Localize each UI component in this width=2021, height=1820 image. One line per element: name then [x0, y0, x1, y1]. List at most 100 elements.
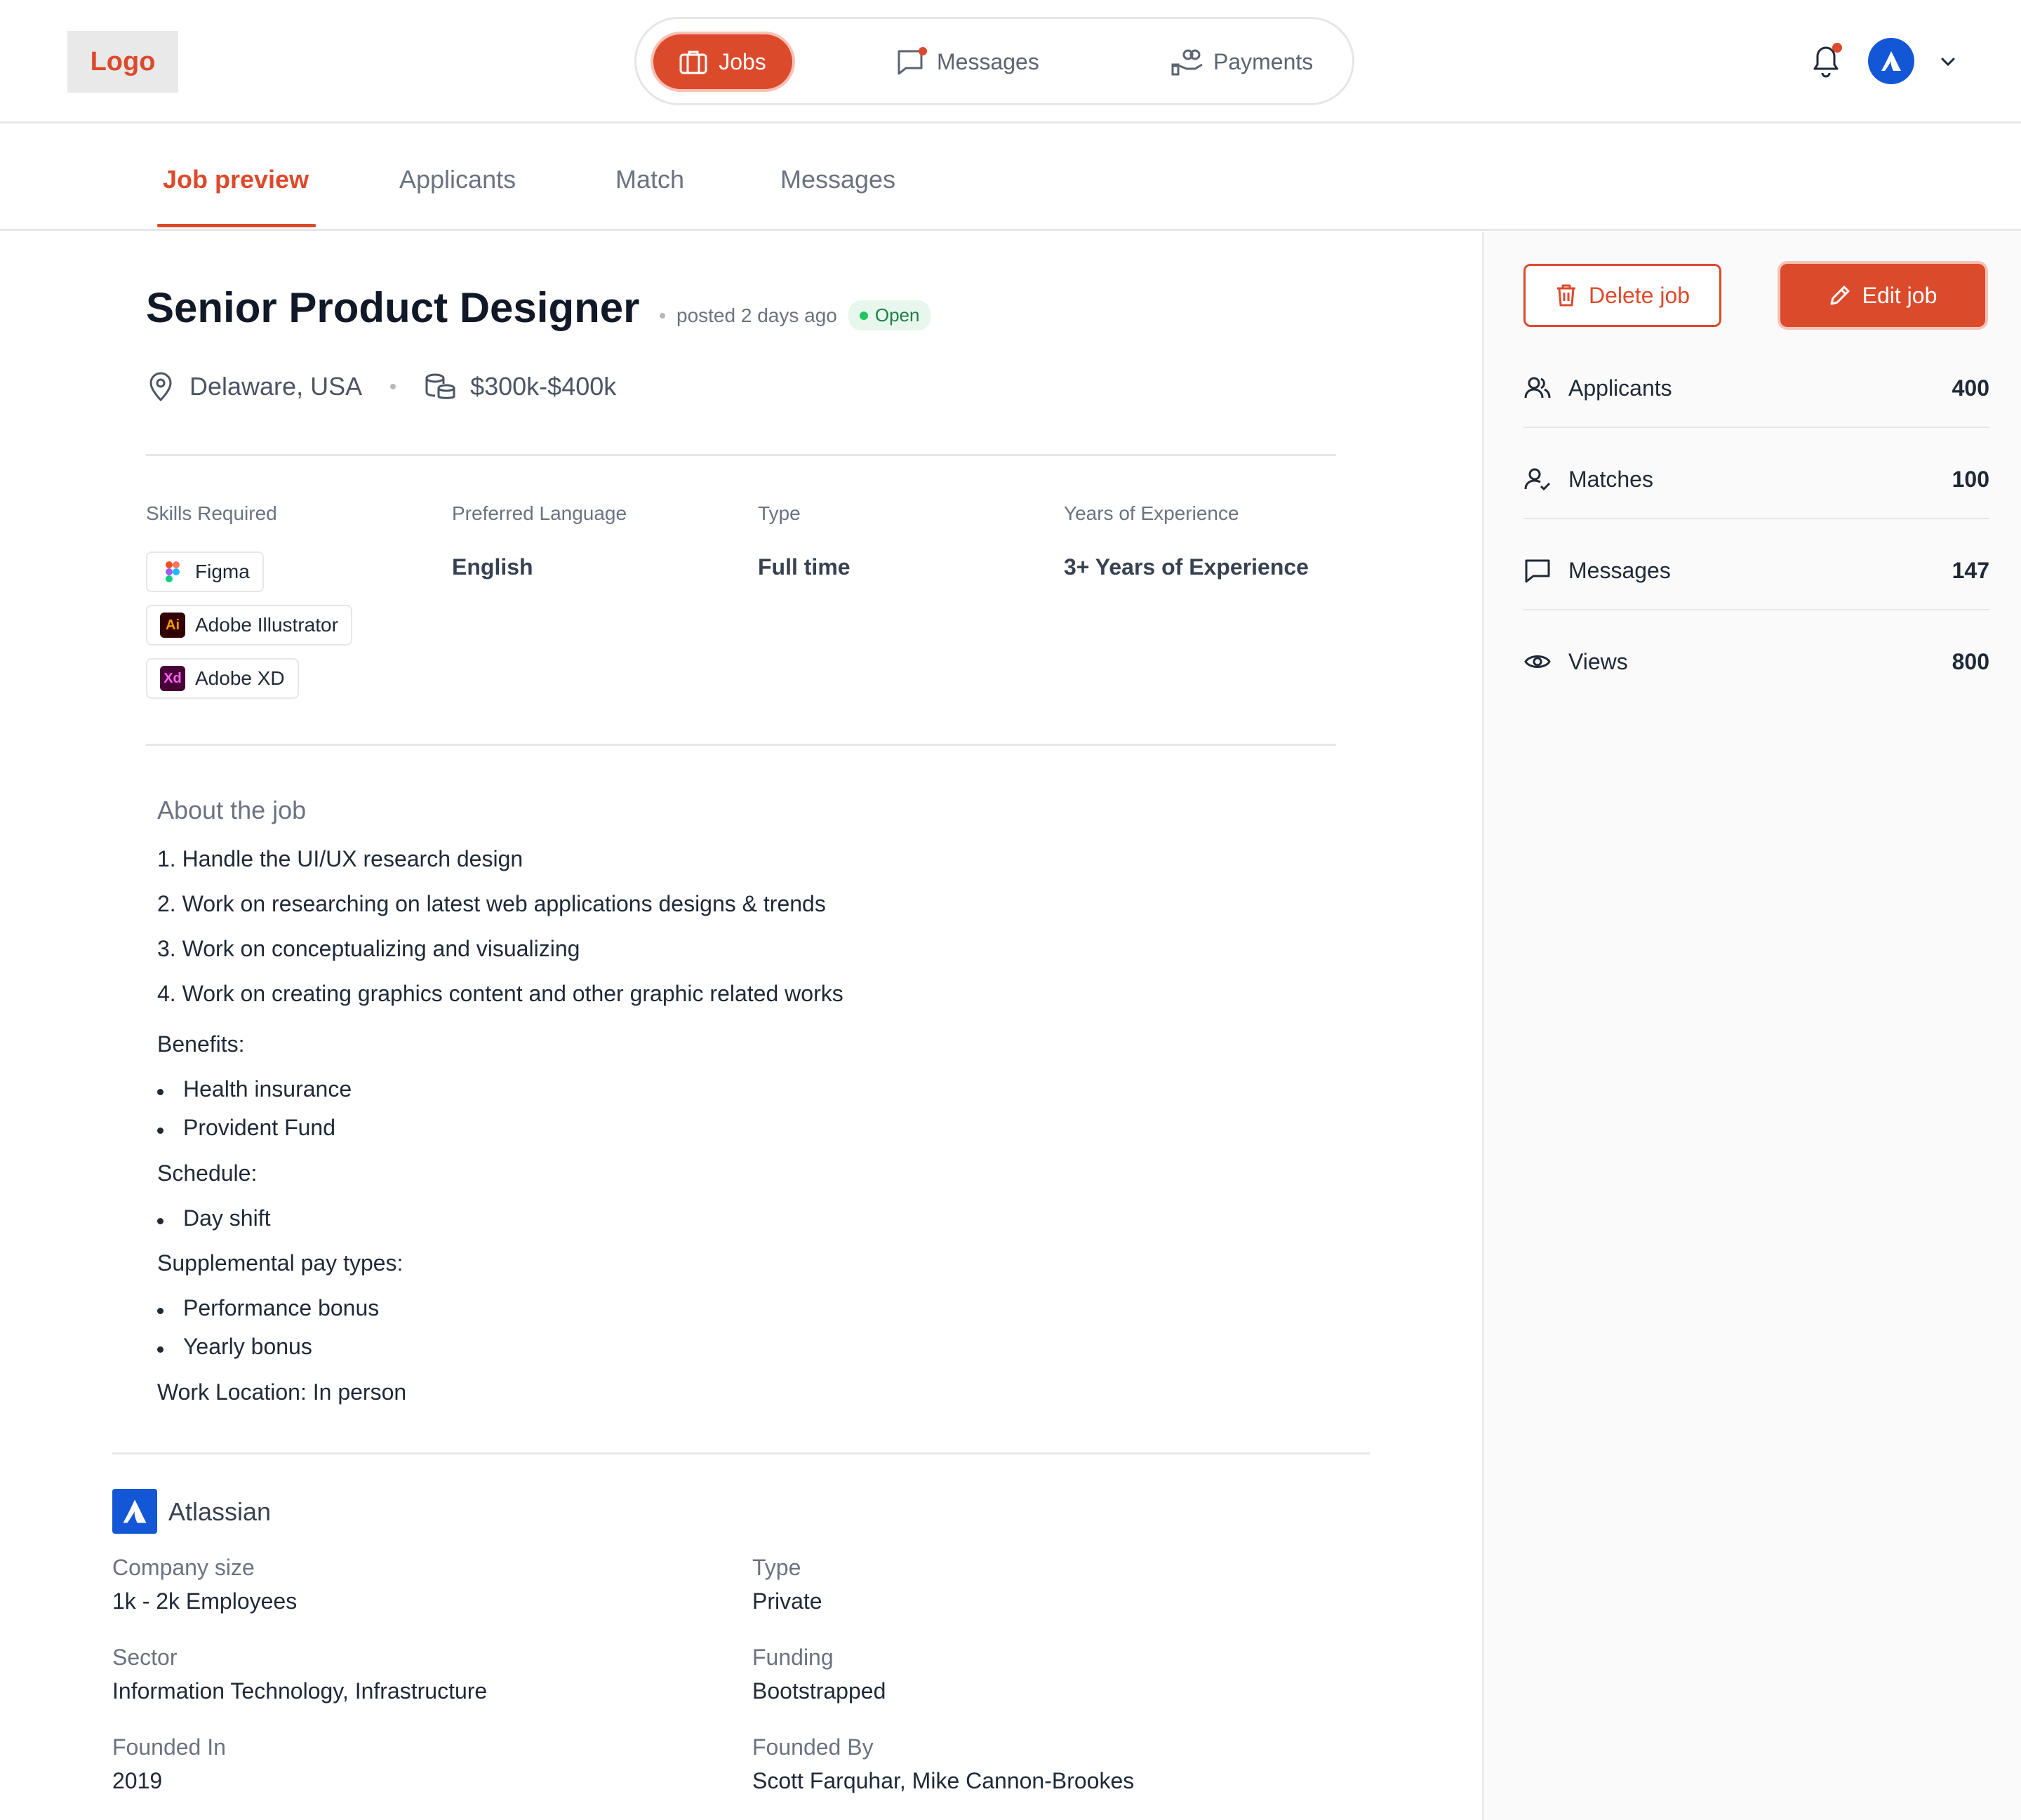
account-menu-chevron[interactable] — [1937, 51, 1959, 73]
coins-icon — [425, 373, 455, 399]
list-item: Health insurance — [157, 1076, 352, 1102]
funding-label: Funding — [752, 1645, 834, 1670]
skill-name: Adobe XD — [195, 667, 285, 689]
benefit: Provident Fund — [183, 1115, 336, 1140]
nav-jobs[interactable]: Jobs — [651, 32, 795, 92]
company-size-label: Company size — [112, 1555, 255, 1580]
job-title: Senior Product Designer — [146, 284, 640, 331]
about-item: 1. Handle the UI/UX research design — [157, 846, 523, 871]
divider — [112, 1452, 1370, 1454]
stat-label: Applicants — [1568, 375, 1672, 401]
type-value: Full time — [758, 554, 851, 580]
avatar[interactable] — [1868, 38, 1914, 84]
notifications-button[interactable] — [1809, 41, 1843, 80]
chat-icon — [1525, 559, 1550, 583]
company-type: Private — [752, 1588, 822, 1614]
nav-payments[interactable]: Payments — [1171, 32, 1313, 92]
stat-messages[interactable]: Messages 147 — [1523, 525, 1989, 616]
skill-chip-xd: Xd Adobe XD — [146, 658, 299, 699]
users-icon — [1524, 377, 1551, 399]
nav-payments-label: Payments — [1213, 48, 1314, 74]
skill-name: Adobe Illustrator — [195, 614, 338, 636]
about-item: 2. Work on researching on latest web app… — [157, 891, 826, 916]
benefits-label: Benefits: — [157, 1031, 245, 1057]
schedule-item: Day shift — [183, 1205, 271, 1231]
payments-icon — [1171, 49, 1203, 76]
tab-messages[interactable]: Messages — [780, 165, 895, 194]
pay-item: Performance bonus — [183, 1295, 380, 1320]
skills-label: Skills Required — [146, 502, 277, 524]
work-location: Work Location: In person — [157, 1379, 407, 1405]
sector: Information Technology, Infrastructure — [112, 1678, 488, 1704]
job-location: Delaware, USA — [189, 372, 363, 401]
list-item: Provident Fund — [157, 1115, 335, 1141]
tab-job-preview[interactable]: Job preview — [163, 165, 309, 194]
founders-label: Founded By — [752, 1734, 874, 1760]
divider — [1523, 427, 1989, 428]
skill-chip-figma: Figma — [146, 551, 264, 592]
posted-time: posted 2 days ago — [676, 304, 837, 326]
stat-value: 400 — [1952, 375, 1989, 401]
language-label: Preferred Language — [452, 502, 627, 524]
job-meta: posted 2 days ago Open — [660, 300, 931, 330]
stat-label: Messages — [1568, 557, 1671, 583]
type-label: Type — [758, 502, 801, 524]
bullet — [157, 1218, 164, 1224]
status-label: Open — [874, 305, 920, 326]
active-tab-indicator — [157, 224, 316, 227]
skill-chip-illustrator: Ai Adobe Illustrator — [146, 605, 352, 645]
founded-label: Founded In — [112, 1734, 226, 1760]
company-size: 1k - 2k Employees — [112, 1588, 298, 1614]
bullet — [157, 1128, 164, 1134]
stat-value: 800 — [1952, 648, 1989, 674]
chat-icon — [898, 47, 927, 75]
pencil-icon — [1830, 286, 1850, 305]
edit-job-button[interactable]: Edit job — [1780, 264, 1985, 327]
atlassian-logo-icon — [123, 1499, 147, 1523]
chevron-down-icon — [1941, 58, 1955, 67]
pay-item: Yearly bonus — [183, 1334, 312, 1359]
logo[interactable]: Logo — [67, 31, 178, 93]
top-bar: Logo Jobs Messages Payments — [0, 0, 2021, 123]
divider — [146, 744, 1336, 746]
company-name: Atlassian — [168, 1497, 272, 1526]
illustrator-icon: Ai — [160, 613, 185, 638]
stat-matches[interactable]: Matches 100 — [1523, 434, 1989, 525]
sector-label: Sector — [112, 1645, 178, 1670]
main-nav: Jobs Messages Payments — [634, 17, 1354, 105]
figma-icon — [160, 559, 185, 584]
divider — [1523, 609, 1989, 610]
tab-applicants[interactable]: Applicants — [399, 165, 516, 194]
divider — [1523, 518, 1989, 519]
tab-match[interactable]: Match — [615, 165, 684, 194]
status-dot — [859, 311, 868, 320]
benefit: Health insurance — [183, 1076, 352, 1102]
nav-messages[interactable]: Messages — [896, 32, 1039, 92]
stat-label: Views — [1568, 648, 1628, 674]
job-salary: $300k-$400k — [470, 372, 617, 401]
stat-views[interactable]: Views 800 — [1523, 616, 1989, 707]
delete-job-button[interactable]: Delete job — [1523, 264, 1721, 327]
about-item: 4. Work on creating graphics content and… — [157, 981, 843, 1006]
company-logo — [112, 1489, 157, 1534]
nav-jobs-label: Jobs — [719, 48, 766, 74]
bell-icon — [1813, 43, 1842, 78]
eye-icon — [1524, 655, 1551, 668]
divider — [146, 454, 1336, 456]
xd-icon: Xd — [160, 666, 185, 691]
location-pin-icon — [149, 372, 172, 402]
bullet — [157, 1346, 164, 1353]
briefcase-icon — [679, 51, 707, 74]
stat-label: Matches — [1568, 466, 1653, 492]
schedule-label: Schedule: — [157, 1160, 258, 1186]
founders: Scott Farquhar, Mike Cannon-Brookes — [752, 1768, 1135, 1793]
bullet — [157, 1089, 164, 1095]
separator-dot — [660, 312, 665, 319]
bullet — [157, 1308, 164, 1314]
delete-job-label: Delete job — [1588, 282, 1690, 308]
experience-value: 3+ Years of Experience — [1064, 554, 1309, 580]
about-heading: About the job — [157, 796, 307, 824]
funding: Bootstrapped — [752, 1678, 886, 1704]
job-sidebar: Delete job Edit job Applicants 400 Match… — [1482, 232, 2021, 1820]
stat-applicants[interactable]: Applicants 400 — [1523, 342, 1989, 434]
